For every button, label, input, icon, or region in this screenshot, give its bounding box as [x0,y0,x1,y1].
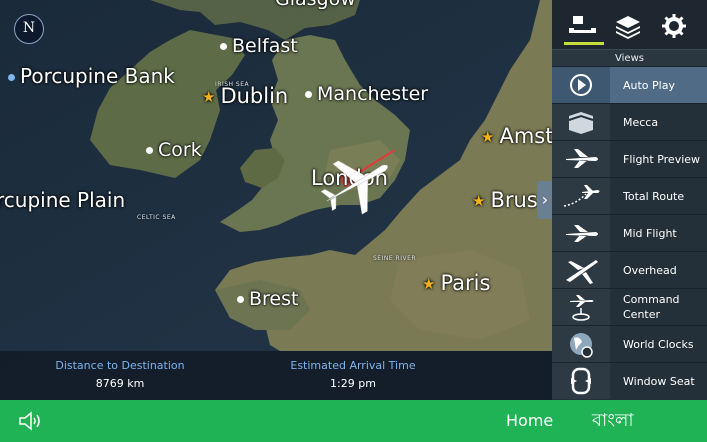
view-label: Total Route [623,189,685,203]
place-dot-icon [305,91,312,98]
place-label: Cork [158,139,202,161]
place-brussels: ★ Brus [472,188,538,212]
view-flight-preview[interactable]: Flight Preview [552,140,707,177]
home-button[interactable]: Home [506,400,553,442]
eta-meridiem: pm [358,377,376,390]
view-label: Mid Flight [623,226,677,240]
eta-time: 1:29 [330,377,355,390]
globe-clock-icon [552,326,610,362]
bottom-bar: Home বাংলা [0,400,707,442]
window-icon [552,363,610,399]
view-label: Command Center [623,293,680,321]
tab-layers[interactable] [606,6,650,44]
tab-views[interactable] [560,6,604,45]
volume-icon[interactable] [17,410,45,432]
distance-value: 8769 km [0,377,240,390]
place-label: Brest [249,288,299,310]
place-amsterdam: ★ Amst [481,124,553,148]
view-window-seat[interactable]: Window Seat [552,362,707,399]
kaaba-icon [552,104,610,140]
capital-star-icon: ★ [472,192,486,210]
views-icon [569,16,596,33]
place-cork: Cork [146,139,202,161]
play-icon [552,67,610,103]
place-porcupine-bank: Porcupine Bank [8,64,175,88]
command-center-icon [552,289,610,325]
views-panel: Views Auto Play Mecca Flight Preview Tot… [552,0,707,400]
place-label: rcupine Plain [0,188,126,212]
place-dot-icon [8,74,15,81]
view-label: Mecca [623,115,659,129]
place-dot-icon [220,43,227,50]
route-icon [552,178,610,214]
place-label: Paris [440,271,491,295]
view-overhead[interactable]: Overhead [552,251,707,288]
place-label: Belfast [232,35,298,57]
panel-title: Views [552,50,707,66]
eta-value: 1:29 pm [233,377,473,390]
eta-block: Estimated Arrival Time 1:29 pm [233,351,473,390]
language-button[interactable]: বাংলা [592,400,634,442]
plane-icon [552,215,610,251]
place-glasgow: Glasgow [275,0,356,10]
view-label: Overhead [623,263,677,277]
water-label-seine-river: SEINE RIVER [373,255,417,262]
collapse-panel-button[interactable]: › [537,181,553,219]
place-label: Porcupine Bank [20,64,175,88]
flight-info-bar: Distance to Destination 8769 km Estimate… [0,351,552,400]
capital-star-icon: ★ [422,275,436,293]
water-label-irish-sea: IRISH SEA [215,81,250,88]
place-label: Glasgow [275,0,356,10]
plane-icon [552,141,610,177]
eta-label: Estimated Arrival Time [290,359,416,372]
view-label: World Clocks [623,337,694,351]
capital-star-icon: ★ [202,88,216,106]
tab-settings[interactable] [652,6,696,44]
gear-icon [662,14,686,38]
view-mecca[interactable]: Mecca [552,103,707,140]
view-command-center[interactable]: Command Center [552,288,707,325]
place-dot-icon [146,147,153,154]
place-belfast: Belfast [220,35,298,57]
layers-icon [616,16,640,39]
capital-star-icon: ★ [481,128,495,146]
plane-overhead-icon [552,252,610,288]
place-paris: ★ Paris [422,271,490,295]
view-label: Flight Preview [623,152,701,166]
place-label: Brus [490,188,538,212]
panel-tabs [552,0,707,50]
place-dot-icon [237,296,244,303]
place-porcupine-plain: rcupine Plain [0,188,125,212]
place-label: Amst [499,124,554,148]
place-brest: Brest [237,288,298,310]
place-label: Manchester [317,83,429,105]
aircraft-icon [320,160,388,215]
distance-block: Distance to Destination 8769 km [0,351,240,390]
place-manchester: Manchester [305,83,428,105]
view-total-route[interactable]: Total Route [552,177,707,214]
view-label: Auto Play [623,78,675,92]
view-label: Window Seat [623,374,695,388]
view-mid-flight[interactable]: Mid Flight [552,214,707,251]
compass-icon[interactable]: N [14,14,44,44]
distance-number: 8769 [95,377,124,390]
distance-label: Distance to Destination [55,359,185,372]
distance-unit: km [127,377,145,390]
view-world-clocks[interactable]: World Clocks [552,325,707,362]
water-label-celtic-sea: CELTIC SEA [137,214,176,221]
view-auto-play[interactable]: Auto Play [552,66,707,103]
